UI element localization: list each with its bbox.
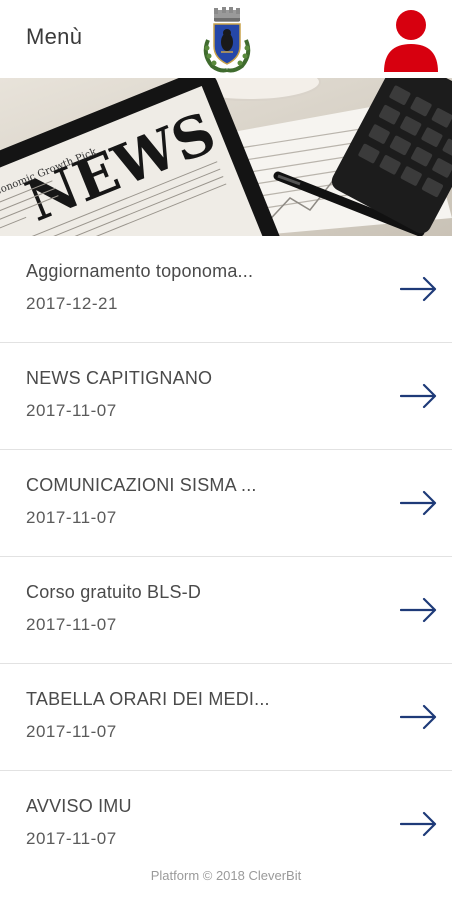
- news-title: COMUNICAZIONI SISMA ...: [26, 475, 257, 495]
- news-list-item[interactable]: Aggiornamento toponoma... 2017-12-21: [0, 236, 452, 343]
- news-list-item[interactable]: COMUNICAZIONI SISMA ... 2017-11-07: [0, 450, 452, 557]
- news-banner-image: NEWS Economic Growth Pick: [0, 78, 452, 236]
- news-list-item[interactable]: TABELLA ORARI DEI MEDI... 2017-11-07: [0, 664, 452, 771]
- news-date: 2017-12-21: [26, 294, 118, 313]
- arrow-right-icon[interactable]: [400, 704, 438, 730]
- news-title: TABELLA ORARI DEI MEDI...: [26, 689, 270, 709]
- municipal-crest-icon: [203, 7, 251, 73]
- news-title: AVVISO IMU: [26, 796, 132, 816]
- footer-credit: Platform © 2018 CleverBit: [150, 868, 302, 883]
- arrow-right-icon[interactable]: [400, 276, 438, 302]
- news-list-item[interactable]: NEWS CAPITIGNANO 2017-11-07: [0, 343, 452, 450]
- news-list-item[interactable]: AVVISO IMU 2017-11-07: [0, 771, 452, 877]
- menu-button[interactable]: Menù: [26, 24, 82, 50]
- news-list-item[interactable]: Corso gratuito BLS-D 2017-11-07: [0, 557, 452, 664]
- news-title: Aggiornamento toponoma...: [26, 261, 254, 281]
- news-title: Corso gratuito BLS-D: [26, 582, 202, 602]
- arrow-right-icon[interactable]: [400, 383, 438, 409]
- arrow-right-icon[interactable]: [400, 811, 438, 837]
- newspaper-illustration: NEWS Economic Growth Pick: [0, 78, 452, 236]
- app-screen: Menù NEWS Economic Growth Pick Aggiornam…: [0, 0, 452, 900]
- news-date: 2017-11-07: [26, 722, 117, 741]
- news-date: 2017-11-07: [26, 508, 117, 527]
- arrow-right-icon[interactable]: [400, 597, 438, 623]
- news-date: 2017-11-07: [26, 401, 117, 420]
- news-date: 2017-11-07: [26, 829, 117, 848]
- news-title: NEWS CAPITIGNANO: [26, 368, 213, 388]
- news-list: Aggiornamento toponoma... 2017-12-21 NEW…: [0, 236, 452, 877]
- arrow-right-icon[interactable]: [400, 490, 438, 516]
- app-header: Menù: [0, 0, 452, 78]
- news-date: 2017-11-07: [26, 615, 117, 634]
- user-profile-icon[interactable]: [382, 8, 440, 72]
